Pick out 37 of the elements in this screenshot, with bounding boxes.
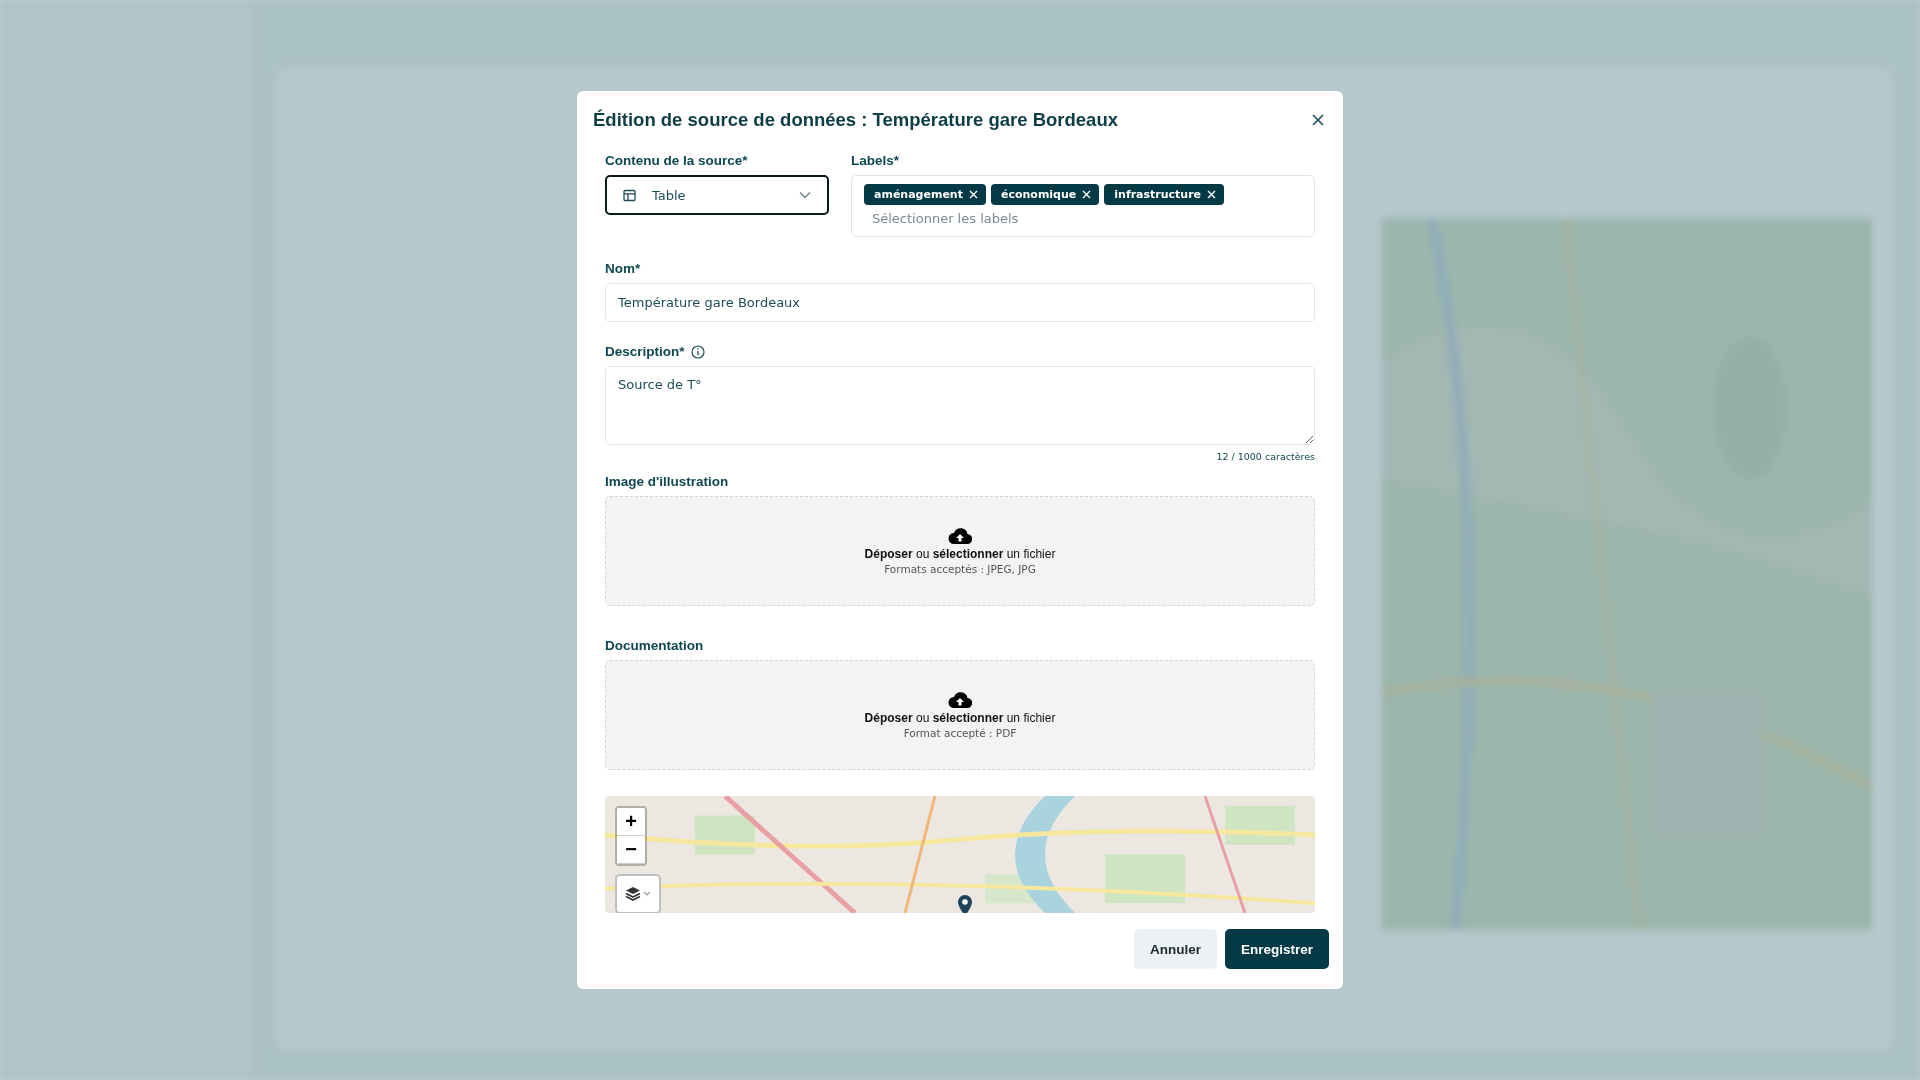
label-tag: économique	[990, 184, 1100, 205]
field-label: Description*	[605, 344, 685, 360]
remove-icon[interactable]	[968, 190, 978, 199]
cloud-upload-icon	[948, 690, 972, 709]
layers-icon	[625, 886, 651, 903]
upload-instruction: Déposer ou sélectionner un fichier	[864, 710, 1056, 725]
map-pin-icon	[957, 894, 973, 913]
zoom-out-button[interactable]: −	[617, 836, 645, 865]
source-select[interactable]: Table	[605, 175, 829, 215]
dialog-title: Édition de source de données : Température gare Bordeaux	[593, 109, 1118, 131]
file-dropzone[interactable]: Déposer ou sélectionner un fichier Formats acceptés : JPEG, JPG	[605, 495, 1315, 606]
field-label: Documentation	[605, 637, 704, 653]
accepted-formats: Format accepté : PDF	[903, 726, 1017, 739]
field-label: Contenu de la source*	[605, 153, 748, 168]
name-field[interactable]: Température gare Bordeaux	[605, 283, 1315, 323]
remove-icon[interactable]	[1207, 190, 1217, 199]
chevron-down-icon	[799, 191, 811, 199]
character-counter: 12 / 1000 caractères	[1216, 450, 1315, 462]
save-button[interactable]: Enregistrer	[1224, 929, 1329, 969]
description-field[interactable]: Source de T°	[605, 366, 1315, 445]
table-icon	[623, 188, 636, 202]
close-icon	[1311, 113, 1325, 127]
file-dropzone[interactable]: Déposer ou sélectionner un fichier Format accepté : PDF	[605, 659, 1315, 771]
remove-icon[interactable]	[1082, 190, 1092, 199]
cancel-button[interactable]: Annuler	[1133, 929, 1217, 969]
info-icon[interactable]	[690, 344, 705, 359]
label-tag: aménagement	[864, 184, 986, 205]
upload-instruction: Déposer ou sélectionner un fichier	[864, 546, 1056, 561]
cloud-upload-icon	[948, 526, 972, 545]
accepted-formats: Formats acceptés : JPEG, JPG	[884, 562, 1036, 575]
layers-button[interactable]	[615, 874, 661, 913]
label-tag: infrastructure	[1104, 184, 1225, 205]
labels-field[interactable]: aménagement économique infrastructure Sélectionner les labels	[851, 175, 1315, 237]
field-label: Nom*	[605, 261, 641, 276]
field-label: Image d'illustration	[605, 473, 729, 489]
field-label: Labels*	[851, 153, 900, 168]
zoom-in-button[interactable]: +	[617, 808, 645, 837]
